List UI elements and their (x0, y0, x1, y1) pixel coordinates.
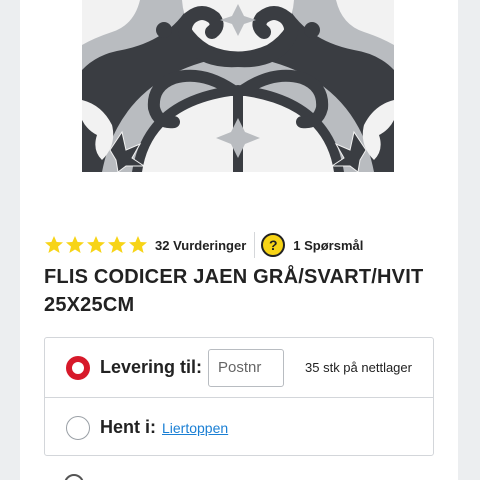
star-icon (129, 236, 147, 253)
product-image[interactable] (82, 0, 394, 172)
pickup-label: Hent i: (100, 417, 156, 437)
delivery-label: Levering til: (100, 357, 203, 377)
delivery-radio-selected[interactable] (66, 355, 90, 380)
postnr-input[interactable] (208, 348, 285, 387)
star-icon (108, 236, 126, 253)
reviews-link[interactable]: 32 Vurderinger (155, 238, 246, 253)
pickup-radio[interactable] (66, 415, 90, 440)
product-card: 32 Vurderinger ? 1 Spørsmål FLIS CODICER… (20, 0, 458, 480)
star-icon (87, 236, 105, 253)
next-option-radio[interactable] (64, 474, 84, 480)
product-title-line-2: 25X25CM (44, 294, 135, 316)
pickup-option-row[interactable]: Hent i: Liertoppen (45, 398, 433, 457)
store-link[interactable]: Liertoppen (162, 420, 228, 436)
questions-link[interactable]: 1 Spørsmål (293, 238, 363, 253)
question-icon: ? (261, 233, 286, 257)
product-title: FLIS CODICER JAEN GRÅ/SVART/HVIT 25X25CM (44, 263, 444, 319)
delivery-options: Levering til: 35 stk på nettlager Hent i… (44, 337, 434, 456)
star-icon (45, 236, 63, 253)
delivery-option-row[interactable]: Levering til: 35 stk på nettlager (45, 338, 433, 398)
tile-pattern-image (82, 0, 394, 172)
product-title-line-1: FLIS CODICER JAEN GRÅ/SVART/HVIT (44, 266, 424, 288)
divider (254, 232, 256, 258)
star-rating[interactable] (44, 235, 149, 255)
rating-row: 32 Vurderinger ? 1 Spørsmål (44, 230, 444, 260)
stock-status: 35 stk på nettlager (305, 360, 412, 375)
star-icon (66, 236, 84, 253)
